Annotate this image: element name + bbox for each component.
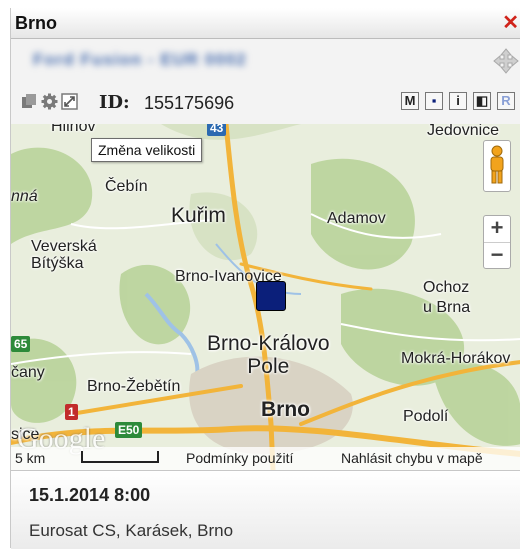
map-footer: 5 km Podmínky použití Nahlásit chybu v m…: [11, 447, 520, 470]
close-icon[interactable]: ✕: [502, 10, 519, 35]
place-label: Brno-Královo Pole: [207, 332, 330, 378]
road-label: 43: [207, 124, 227, 136]
pegman-icon: [490, 145, 504, 184]
zoom-out-button[interactable]: −: [484, 243, 510, 269]
info-button[interactable]: i: [449, 92, 467, 110]
map-view[interactable]: Změna velikosti Hlinov Jedovnice Čebín n…: [11, 124, 520, 470]
place-label: Brno: [261, 398, 310, 421]
place-label: Adamov: [327, 210, 386, 227]
scale-bar: [81, 451, 159, 463]
place-label: nná: [11, 188, 38, 205]
toolbar: ID: 155175696 M ▪ i ◧ R: [11, 86, 520, 122]
id-label: ID:: [99, 92, 130, 113]
resize-icon[interactable]: [61, 93, 78, 110]
copy-icon[interactable]: [21, 93, 38, 110]
vehicle-info-window: Brno ✕ Ford Fusion - EUR 0002 ID: 155175…: [10, 8, 520, 549]
place-label: Ochoz u Brna: [423, 279, 471, 316]
zoom-control: + −: [483, 215, 511, 269]
route-button[interactable]: R: [497, 92, 515, 110]
vehicle-name: Ford Fusion - EUR 0002: [33, 50, 247, 69]
place-label: Mokrá-Horákov: [401, 350, 511, 367]
place-label: Brno-Žebětín: [87, 378, 181, 395]
road-label: 65: [11, 336, 31, 352]
window-title: Brno: [15, 13, 57, 33]
place-label: Podolí: [403, 408, 449, 425]
place-label: Hlinov: [51, 124, 96, 135]
zoom-in-button[interactable]: +: [484, 216, 510, 243]
gear-icon[interactable]: [41, 93, 58, 110]
title-bar: Brno ✕: [11, 8, 520, 39]
id-value: 155175696: [144, 93, 235, 113]
vehicle-marker[interactable]: [256, 281, 286, 311]
panel-button[interactable]: ◧: [473, 92, 491, 110]
event-details: 15.1.2014 8:00 Eurosat CS, Karásek, Brno: [11, 470, 520, 549]
street-view-pegman[interactable]: [483, 140, 511, 192]
place-label: Jedovnice: [427, 124, 500, 139]
move-icon[interactable]: [493, 48, 519, 74]
place-label: čany: [11, 364, 45, 381]
event-address: Eurosat CS, Karásek, Brno: [29, 521, 234, 540]
map-mode-button[interactable]: M: [401, 92, 419, 110]
place-label: Veverská Bítýška: [31, 238, 97, 272]
place-label: Čebín: [105, 178, 148, 195]
place-label: Kuřim: [171, 204, 226, 227]
resize-tooltip: Změna velikosti: [91, 138, 203, 162]
scale-label: 5 km: [15, 450, 46, 466]
terms-link[interactable]: Podmínky použití: [186, 450, 293, 466]
road-label: 1: [65, 404, 78, 420]
marker-button[interactable]: ▪: [425, 92, 443, 110]
report-error-link[interactable]: Nahlásit chybu v mapě: [341, 450, 483, 466]
road-label: E50: [115, 422, 143, 438]
event-datetime: 15.1.2014 8:00: [29, 485, 151, 505]
